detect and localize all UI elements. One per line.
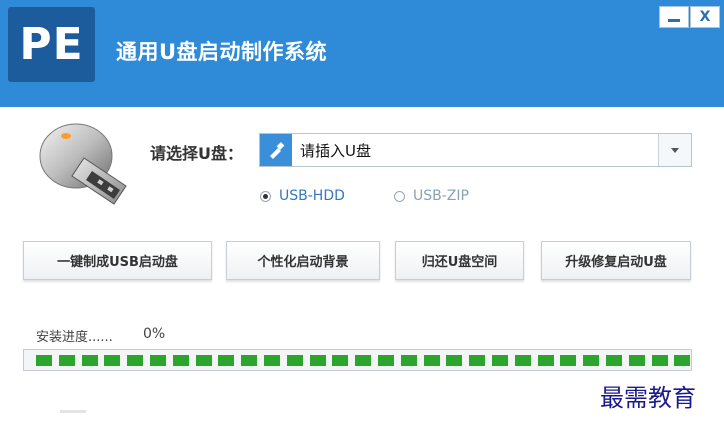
progress-segment [81, 355, 98, 366]
usb-drive-icon [39, 123, 127, 205]
progress-segment [400, 355, 417, 366]
progress-segment [264, 355, 280, 366]
progress-segment [218, 355, 235, 366]
pe-logo: PE [8, 7, 95, 82]
upgrade-repair-usb-button[interactable]: 升级修复启动U盘 [541, 241, 691, 280]
app-title: 通用U盘启动制作系统 [116, 40, 328, 64]
title-bar: PE 通用U盘启动制作系统 X [0, 0, 724, 107]
drive-select-label: 请选择U盘： [150, 144, 243, 163]
minimize-icon [668, 18, 680, 22]
logo-text: PE [19, 19, 84, 70]
progress-segment [150, 355, 166, 366]
divider [60, 410, 86, 413]
progress-segment [172, 355, 189, 366]
progress-segment [674, 355, 691, 366]
progress-segment [469, 355, 486, 366]
drive-select-value: 请插入U盘 [300, 141, 371, 160]
radio-usb-hdd[interactable]: USB-HDD [260, 188, 345, 204]
radio-usb-zip[interactable]: USB-ZIP [394, 188, 469, 204]
progress-segment [583, 355, 600, 366]
close-button[interactable]: X [690, 6, 720, 28]
progress-segment [514, 355, 531, 366]
progress-value: 0% [143, 326, 166, 342]
close-icon: X [699, 9, 711, 25]
progress-segment [355, 355, 372, 366]
progress-segment [127, 355, 144, 366]
progress-segment [423, 355, 440, 366]
restore-usb-space-button[interactable]: 归还U盘空间 [395, 241, 524, 280]
progress-segment [36, 355, 52, 366]
radio-label: USB-ZIP [413, 188, 469, 204]
progress-segment [537, 355, 554, 366]
progress-label: 安装进度...... [36, 330, 113, 345]
progress-segment [286, 355, 303, 366]
radio-indicator[interactable] [260, 190, 271, 202]
progress-segment [195, 355, 212, 366]
progress-segment [241, 355, 258, 366]
progress-segment [560, 355, 577, 366]
progress-segment [446, 355, 463, 366]
progress-segment [606, 355, 622, 366]
progress-segment [378, 355, 394, 366]
chevron-down-icon[interactable] [658, 134, 691, 166]
progress-bar [23, 349, 692, 371]
progress-segment [58, 355, 75, 366]
minimize-button[interactable] [659, 6, 689, 28]
watermark: 最需教育 [600, 384, 696, 412]
progress-segment [492, 355, 508, 366]
progress-segment [332, 355, 349, 366]
custom-boot-background-button[interactable]: 个性化启动背景 [226, 241, 380, 280]
progress-segment [651, 355, 668, 366]
progress-segment [104, 355, 121, 366]
drive-select[interactable]: 请插入U盘 [259, 133, 692, 167]
radio-label: USB-HDD [279, 188, 345, 204]
radio-indicator[interactable] [394, 190, 405, 202]
make-bootable-usb-button[interactable]: 一键制成USB启动盘 [23, 241, 212, 280]
usb-stick-icon [260, 134, 292, 166]
progress-segment [309, 355, 326, 366]
progress-segment [628, 355, 645, 366]
